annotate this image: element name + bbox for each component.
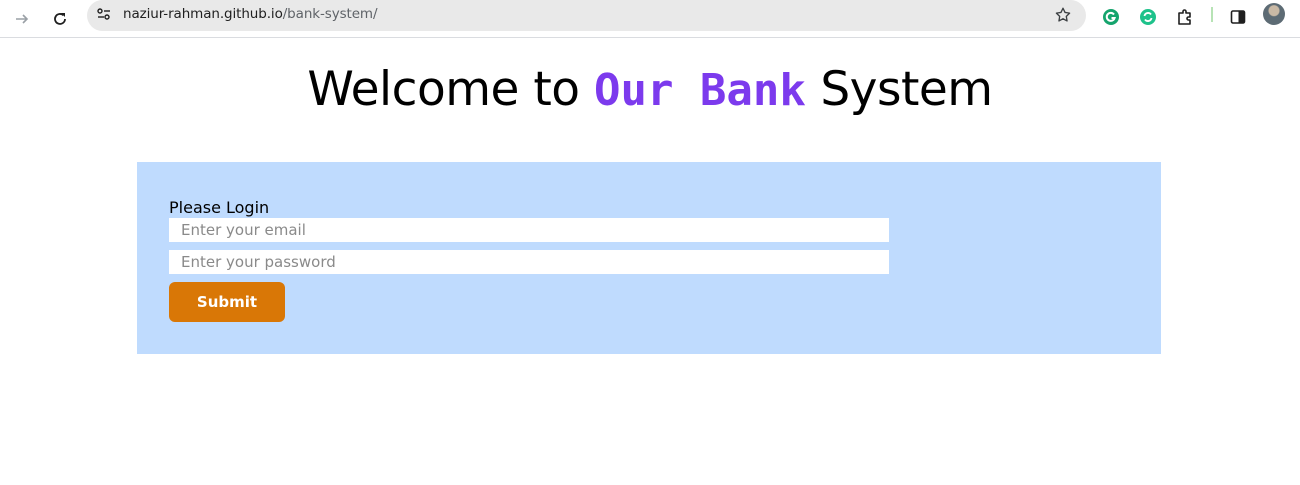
site-settings-icon[interactable] [93,3,115,25]
sync-extension-icon[interactable] [1136,5,1160,29]
browser-toolbar: naziur-rahman.github.io/bank-system/ [0,0,1300,38]
profile-avatar[interactable] [1263,3,1285,25]
email-field[interactable] [169,218,889,242]
url-host: naziur-rahman.github.io [123,6,283,22]
forward-icon[interactable] [8,5,36,33]
side-panel-icon[interactable] [1226,5,1250,29]
submit-button[interactable]: Submit [169,282,285,322]
title-prefix: Welcome to [307,62,594,117]
url-path: /bank-system/ [282,6,378,22]
toolbar-divider [1211,7,1213,22]
bookmark-star-icon[interactable] [1052,4,1074,26]
grammarly-icon[interactable] [1099,5,1123,29]
page-title: Welcome to Our Bank System [0,62,1300,117]
title-brand: Our Bank [593,65,806,116]
extensions-puzzle-icon[interactable] [1173,5,1197,29]
address-bar[interactable]: naziur-rahman.github.io/bank-system/ [87,0,1086,31]
login-heading: Please Login [169,198,270,217]
login-panel: Please Login Submit [137,162,1161,354]
url-text[interactable]: naziur-rahman.github.io/bank-system/ [123,6,378,22]
reload-icon[interactable] [46,5,74,33]
password-field[interactable] [169,250,889,274]
title-suffix: System [805,62,993,117]
